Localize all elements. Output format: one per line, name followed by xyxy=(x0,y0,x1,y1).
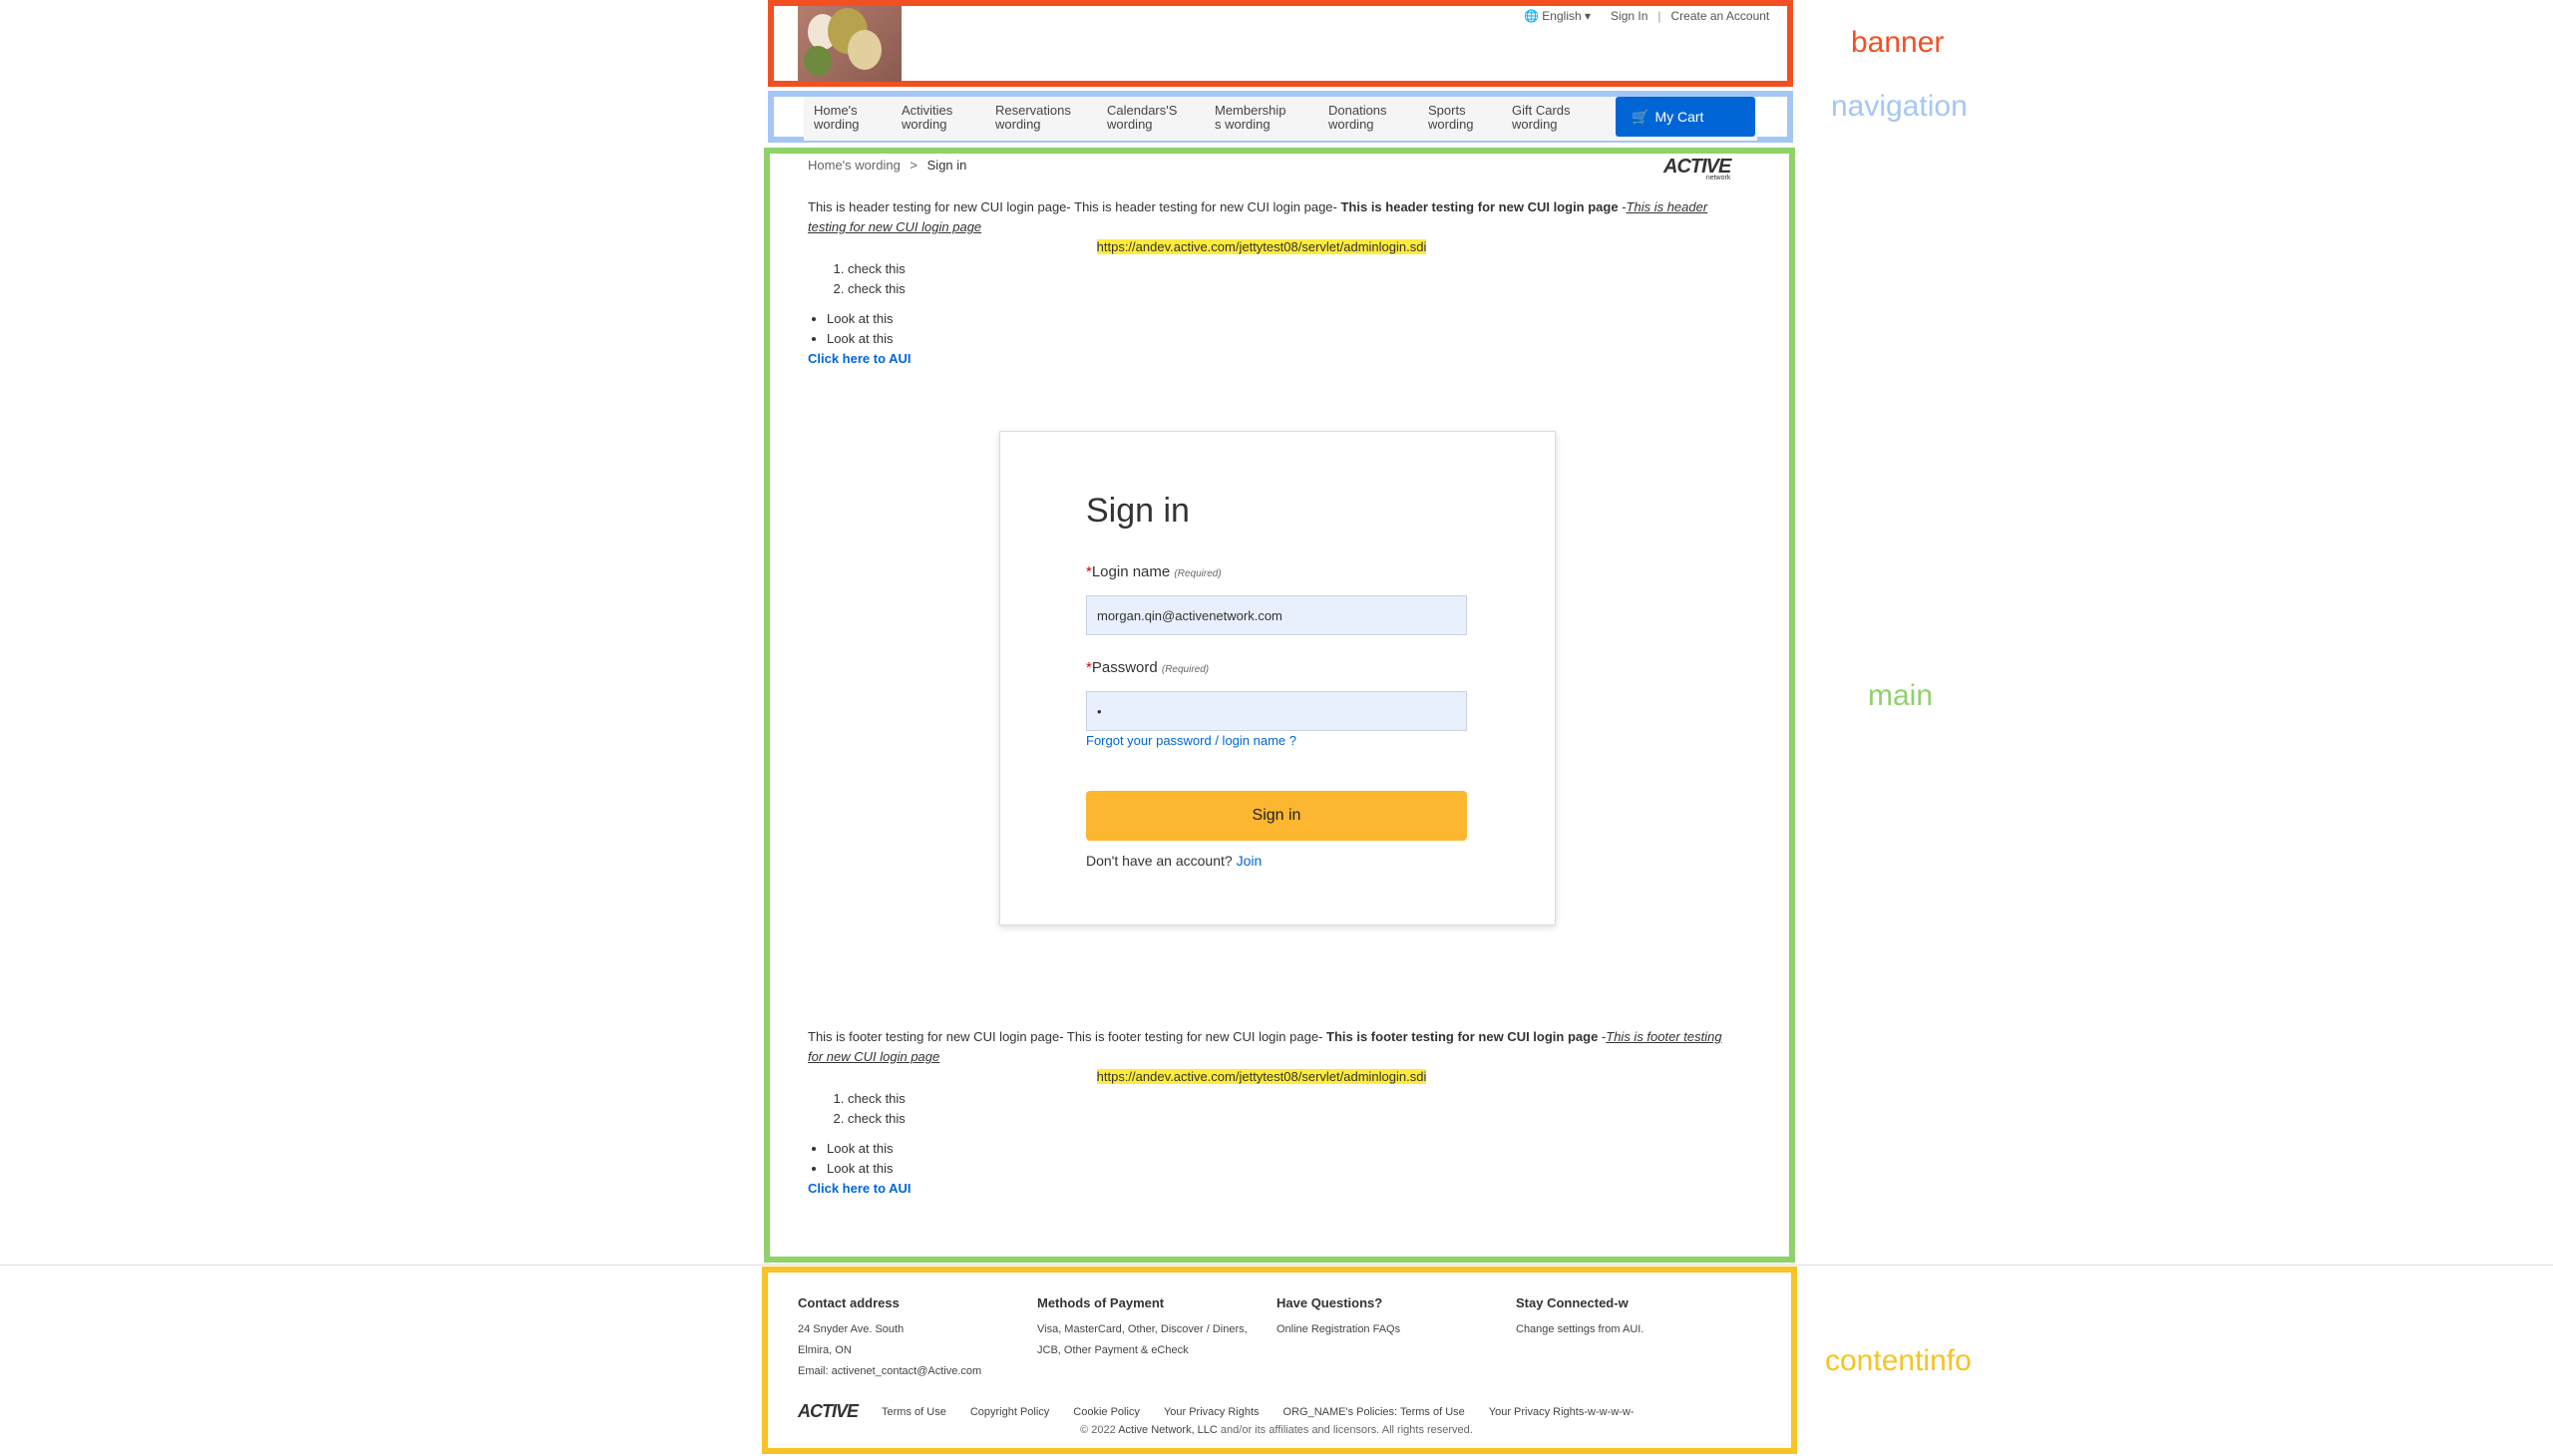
nav-item-sports[interactable]: Sports wording xyxy=(1428,104,1474,132)
footer-bullet-list: Look at this Look at this xyxy=(808,1139,1725,1179)
active-network-link[interactable]: Active Network, LLC xyxy=(1118,1424,1218,1436)
sign-in-card: Sign in *Login name (Required) *Password… xyxy=(999,431,1556,925)
payment-title: Methods of Payment xyxy=(1037,1295,1165,1310)
copyright-notice: © 2022 Active Network, LLC and/or its af… xyxy=(1080,1424,1473,1436)
header-testing-content: This is header testing for new CUI login… xyxy=(808,197,1725,369)
breadcrumb: Home's wording > Sign in xyxy=(808,158,966,173)
nav-item-activities[interactable]: Activities wording xyxy=(902,104,952,132)
header-testing-paragraph: This is header testing for new CUI login… xyxy=(808,199,1708,234)
header-url-link[interactable]: https://andev.active.com/jettytest08/ser… xyxy=(1096,239,1427,254)
contentinfo-label: contentinfo xyxy=(1825,1344,1972,1377)
org-policies: ORG_NAME's Policies: Terms of Use xyxy=(1282,1405,1465,1418)
sign-in-title: Sign in xyxy=(1086,492,1190,530)
contact-email-link[interactable]: Email: activenet_contact@Active.com xyxy=(798,1365,981,1377)
faq-link[interactable]: Online Registration FAQs xyxy=(1276,1323,1400,1335)
separator: | xyxy=(1657,9,1661,23)
cart-icon: 🛒 xyxy=(1632,108,1649,125)
site-logo-image[interactable] xyxy=(798,6,902,82)
banner-label: banner xyxy=(1851,26,1945,59)
my-cart-button[interactable]: 🛒 My Cart xyxy=(1616,97,1755,137)
join-link[interactable]: Join xyxy=(1237,853,1263,869)
list-item: Look at this xyxy=(827,1139,1725,1159)
forgot-password-link[interactable]: Forgot your password / login name ? xyxy=(1086,733,1296,748)
questions-title: Have Questions? xyxy=(1276,1295,1383,1310)
footer-active-logo: ACTIVE xyxy=(798,1401,859,1421)
contact-column: Contact address 24 Snyder Ave. South Elm… xyxy=(798,1292,981,1382)
active-network-logo: ACTIVE network xyxy=(1663,156,1731,182)
my-cart-label: My Cart xyxy=(1654,109,1704,125)
nav-item-memberships[interactable]: Membership s wording xyxy=(1215,104,1286,132)
sign-in-button[interactable]: Sign in xyxy=(1086,791,1467,841)
list-item: check this xyxy=(848,1089,1725,1109)
payment-column: Methods of Payment Visa, MasterCard, Oth… xyxy=(1037,1292,1248,1361)
stay-connected-column: Stay Connected-w Change settings from AU… xyxy=(1516,1292,1643,1340)
nav-item-donations[interactable]: Donations wording xyxy=(1328,104,1387,132)
breadcrumb-home[interactable]: Home's wording xyxy=(808,158,901,173)
nav-item-gift-cards[interactable]: Gift Cards wording xyxy=(1512,104,1571,132)
footer-testing-paragraph: This is footer testing for new CUI login… xyxy=(808,1029,1722,1064)
footer-divider xyxy=(0,1265,2553,1266)
breadcrumb-current: Sign in xyxy=(926,158,967,173)
copyright-policy-link[interactable]: Copyright Policy xyxy=(970,1406,1049,1418)
footer-ordered-list: check this check this xyxy=(808,1089,1725,1129)
stay-connected-title: Stay Connected-w xyxy=(1516,1295,1629,1310)
list-item: Look at this xyxy=(827,1159,1725,1179)
navigation-label: navigation xyxy=(1831,90,1968,123)
terms-link[interactable]: Terms of Use xyxy=(882,1406,946,1418)
footer-url-link[interactable]: https://andev.active.com/jettytest08/ser… xyxy=(1096,1069,1427,1084)
caret-down-icon: ▾ xyxy=(1585,9,1592,23)
list-item: check this xyxy=(848,279,1725,299)
main-label: main xyxy=(1868,679,1934,712)
password-label: *Password (Required) xyxy=(1086,659,1210,676)
password-input[interactable] xyxy=(1086,691,1467,731)
privacy-rights-link[interactable]: Your Privacy Rights xyxy=(1164,1406,1260,1418)
globe-icon: 🌐 xyxy=(1524,9,1539,23)
sign-in-link[interactable]: Sign In xyxy=(1611,9,1647,23)
questions-column: Have Questions? Online Registration FAQs xyxy=(1276,1292,1400,1340)
org-terms-link[interactable]: Terms of Use xyxy=(1400,1406,1465,1418)
utility-bar: 🌐 English ▾ Sign In | Create an Account xyxy=(1524,9,1769,23)
cookie-policy-link[interactable]: Cookie Policy xyxy=(1073,1406,1140,1418)
footer-testing-content: This is footer testing for new CUI login… xyxy=(808,1027,1725,1199)
header-bullet-list: Look at this Look at this xyxy=(808,309,1725,349)
list-item: Look at this xyxy=(827,309,1725,329)
join-prompt: Don't have an account? Join xyxy=(1086,853,1263,869)
list-item: check this xyxy=(848,259,1725,279)
language-selector[interactable]: 🌐 English ▾ xyxy=(1524,9,1591,23)
privacy-rights-2-link[interactable]: Your Privacy Rights-w-w-w-w- xyxy=(1489,1406,1635,1418)
contact-title: Contact address xyxy=(798,1295,900,1310)
login-name-label: *Login name (Required) xyxy=(1086,563,1222,580)
breadcrumb-separator: > xyxy=(910,158,918,173)
login-name-input[interactable] xyxy=(1086,595,1467,635)
nav-item-calendars[interactable]: Calendars'S wording xyxy=(1107,104,1177,132)
list-item: Look at this xyxy=(827,329,1725,349)
footer-links-bar: ACTIVE Terms of Use Copyright Policy Coo… xyxy=(798,1401,1634,1422)
header-aui-link[interactable]: Click here to AUI xyxy=(808,351,912,366)
footer-aui-link[interactable]: Click here to AUI xyxy=(808,1181,912,1196)
aui-settings-link[interactable]: AUI xyxy=(1623,1323,1641,1335)
create-account-link[interactable]: Create an Account xyxy=(1671,9,1770,23)
nav-item-home[interactable]: Home's wording xyxy=(814,104,860,132)
nav-item-reservations[interactable]: Reservations wording xyxy=(995,104,1071,132)
list-item: check this xyxy=(848,1109,1725,1129)
header-ordered-list: check this check this xyxy=(808,259,1725,299)
